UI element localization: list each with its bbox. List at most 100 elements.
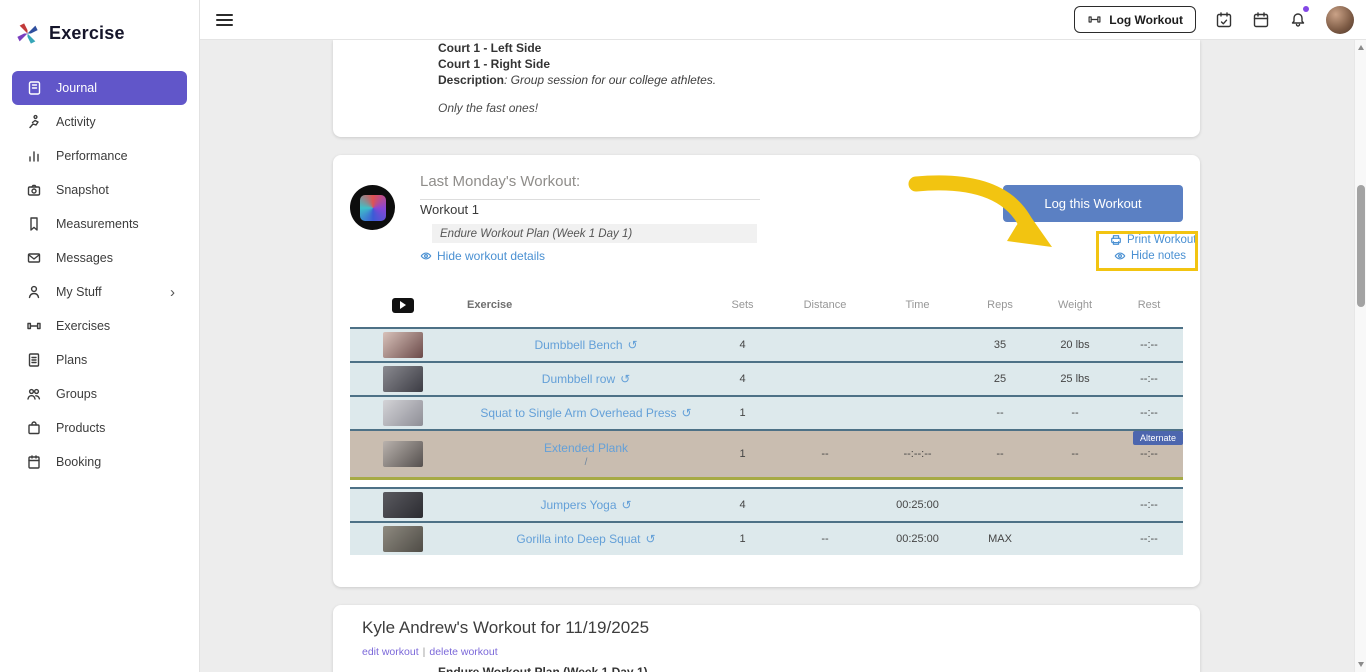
- notifications-bell-icon[interactable]: [1289, 5, 1309, 29]
- exercise-thumbnail[interactable]: [382, 400, 423, 426]
- history-icon: ↺: [645, 532, 656, 546]
- reps-value: 25: [993, 373, 1007, 385]
- calendar-book-icon: [26, 454, 42, 470]
- camera-icon: [26, 182, 42, 198]
- sidebar-item-label: My Stuff: [56, 285, 102, 299]
- hide-workout-details-link[interactable]: Hide workout details: [420, 249, 545, 263]
- exercise-link[interactable]: Extended Plank: [544, 441, 628, 455]
- alternate-sub-line: /: [584, 456, 588, 468]
- sidebar-item-groups[interactable]: Groups: [12, 377, 187, 411]
- next-workout-title: Kyle Andrew's Workout for 11/19/2025: [362, 618, 650, 637]
- exercise-thumbnail[interactable]: [382, 526, 423, 552]
- weight-value: 20 lbs: [1060, 339, 1090, 351]
- next-workout-card: Kyle Andrew's Workout for 11/19/2025 edi…: [333, 605, 1200, 672]
- calendar-check-icon[interactable]: [1215, 11, 1233, 29]
- envelope-icon: [26, 250, 42, 266]
- calendar-icon[interactable]: [1252, 11, 1270, 29]
- header-exercise: Exercise: [467, 299, 513, 311]
- sidebar-item-label: Groups: [56, 387, 97, 401]
- weight-value: --: [1071, 448, 1079, 460]
- dumbbell-icon: [1087, 12, 1102, 27]
- sidebar-item-booking[interactable]: Booking: [12, 445, 187, 479]
- table-row: Dumbbell Bench ↺ 4 35 20 lbs --:--: [350, 327, 1183, 361]
- distance-value: --: [821, 533, 829, 545]
- scroll-up-arrow-icon[interactable]: [1357, 45, 1364, 50]
- sidebar-item-activity[interactable]: Activity: [12, 105, 187, 139]
- weight-value: --: [1071, 407, 1079, 419]
- sidebar-item-my-stuff[interactable]: My Stuff ›: [12, 275, 187, 309]
- history-icon: ↺: [620, 372, 631, 386]
- print-workout-link[interactable]: Print Workout: [1110, 234, 1196, 246]
- exercise-link[interactable]: Dumbbell row ↺: [542, 372, 630, 386]
- exercise-link[interactable]: Squat to Single Arm Overhead Press ↺: [480, 406, 691, 420]
- printer-icon: [1111, 235, 1121, 245]
- sidebar-item-label: Plans: [56, 353, 88, 367]
- play-video-icon[interactable]: [391, 297, 414, 313]
- sidebar-item-products[interactable]: Products: [12, 411, 187, 445]
- rest-value: --:--: [1140, 339, 1158, 351]
- sidebar: Exercise Journal Activity Performance Sn…: [0, 0, 200, 672]
- vertical-scrollbar[interactable]: [1354, 40, 1366, 672]
- sidebar-nav: Journal Activity Performance Snapshot Me…: [0, 71, 199, 479]
- header-sets: Sets: [731, 299, 754, 311]
- workout-action-links: edit workout | delete workout: [362, 646, 498, 658]
- court-line-1: Court 1 - Left Side: [438, 41, 542, 55]
- exercise-link[interactable]: Gorilla into Deep Squat ↺: [516, 532, 655, 546]
- sidebar-item-performance[interactable]: Performance: [12, 139, 187, 173]
- hamburger-menu-icon[interactable]: [216, 11, 233, 29]
- exercise-thumbnail[interactable]: [382, 441, 423, 467]
- sidebar-item-label: Exercises: [56, 319, 111, 333]
- brand-logo-icon: [14, 20, 41, 47]
- rest-value: --:--: [1140, 533, 1158, 545]
- pinwheel-logo-icon: [359, 194, 386, 221]
- time-value: 00:25:00: [896, 533, 939, 545]
- description-text: : Group session for our college athletes…: [504, 73, 717, 87]
- exercise-thumbnail[interactable]: [382, 366, 423, 392]
- app-window: Exercise Journal Activity Performance Sn…: [0, 0, 1366, 672]
- delete-workout-link[interactable]: delete workout: [429, 646, 497, 658]
- sidebar-item-label: Performance: [56, 149, 128, 163]
- exercise-thumbnail[interactable]: [382, 492, 423, 518]
- sidebar-item-snapshot[interactable]: Snapshot: [12, 173, 187, 207]
- header-rest: Rest: [1137, 299, 1161, 311]
- log-this-workout-button[interactable]: Log this Workout: [1003, 185, 1183, 222]
- log-workout-button[interactable]: Log Workout: [1074, 6, 1196, 33]
- rest-value: --:--: [1140, 407, 1158, 419]
- reps-value: --: [996, 448, 1004, 460]
- sidebar-item-label: Journal: [56, 81, 97, 95]
- user-avatar[interactable]: [1326, 5, 1354, 34]
- link-separator: |: [422, 646, 426, 658]
- sidebar-item-label: Snapshot: [56, 183, 109, 197]
- reps-value: MAX: [988, 533, 1012, 545]
- time-value: --:--:--: [903, 448, 932, 460]
- sidebar-item-label: Products: [56, 421, 106, 435]
- history-icon: ↺: [681, 406, 692, 420]
- exercise-thumbnail[interactable]: [382, 332, 423, 358]
- exercise-link[interactable]: Jumpers Yoga ↺: [540, 498, 631, 512]
- sets-value: 4: [739, 339, 746, 351]
- hide-notes-link[interactable]: Hide notes: [1114, 250, 1186, 262]
- description-line: Description: Group session for our colle…: [438, 73, 716, 87]
- reps-value: --: [996, 407, 1004, 419]
- scrollbar-thumb[interactable]: [1357, 185, 1365, 307]
- sidebar-item-plans[interactable]: Plans: [12, 343, 187, 377]
- table-row: Squat to Single Arm Overhead Press ↺ 1 --…: [350, 395, 1183, 429]
- edit-workout-link[interactable]: edit workout: [362, 646, 419, 658]
- sets-value: 1: [739, 407, 746, 419]
- extra-note: Only the fast ones!: [438, 101, 539, 115]
- scroll-down-arrow-icon[interactable]: [1357, 662, 1364, 667]
- table-row: Jumpers Yoga ↺ 4 00:25:00 --:--: [350, 487, 1183, 521]
- notification-dot: [1303, 5, 1309, 12]
- sidebar-item-messages[interactable]: Messages: [12, 241, 187, 275]
- sidebar-item-journal[interactable]: Journal: [12, 71, 187, 105]
- exercise-table: Exercise Sets Distance Time Reps Weight …: [350, 290, 1183, 555]
- journal-icon: [26, 80, 42, 96]
- workout-plan-label: Endure Workout Plan (Week 1 Day 1): [432, 224, 757, 243]
- sidebar-item-measurements[interactable]: Measurements: [12, 207, 187, 241]
- distance-value: --: [821, 448, 829, 460]
- exercise-link[interactable]: Dumbbell Bench ↺: [534, 338, 637, 352]
- people-icon: [26, 386, 42, 402]
- person-icon: [26, 284, 42, 300]
- brand[interactable]: Exercise: [0, 0, 199, 61]
- sidebar-item-exercises[interactable]: Exercises: [12, 309, 187, 343]
